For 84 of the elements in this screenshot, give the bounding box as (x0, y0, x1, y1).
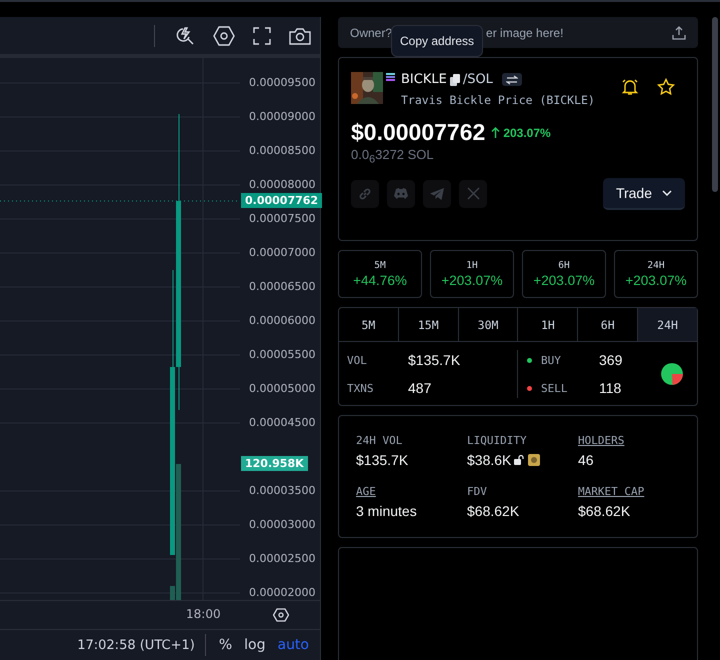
period-tab[interactable]: 15M (398, 308, 459, 341)
fullscreen-icon[interactable] (253, 26, 271, 44)
stat-label: VOL (347, 354, 368, 366)
pie-chart-icon (660, 362, 684, 386)
axis-label: 0.00003500 (249, 483, 316, 499)
stat-value: $68.62K (578, 502, 630, 518)
period-label: 5M (374, 260, 386, 271)
period-tab[interactable]: 5M (339, 308, 399, 341)
period-tab[interactable]: 24H (638, 308, 697, 341)
stat-label: FDV (467, 484, 487, 498)
bolt-magnifier-icon[interactable] (175, 26, 195, 46)
stat-value: $68.62K (467, 502, 520, 518)
price-change: 203.07% (503, 126, 551, 140)
axis-label: 0.00008500 (249, 143, 316, 159)
axis-label: 0.00002000 (249, 585, 316, 601)
stat-value: 118 (599, 380, 622, 396)
scale-button[interactable]: % (216, 637, 236, 653)
stat-value: 369 (599, 352, 622, 368)
stat-value: $135.7K (408, 352, 460, 368)
change-value: +203.07% (441, 273, 503, 288)
native-price: 0.0$_{6}$3272 SOL (351, 147, 435, 166)
stat-label: SELL (541, 382, 568, 394)
change-value: +44.76% (353, 273, 407, 288)
scale-button[interactable]: auto (274, 637, 312, 653)
period-label: 6H (558, 260, 570, 271)
chevron-down-icon (662, 190, 672, 196)
stat-link[interactable]: HOLDERS (578, 434, 624, 447)
axis-label: 0.00003000 (249, 517, 316, 533)
coin-badge-icon (528, 454, 540, 466)
solana-icon (386, 73, 395, 81)
period-label: 1H (466, 260, 478, 271)
camera-icon[interactable] (289, 26, 311, 44)
swap-icon[interactable] (502, 73, 522, 86)
banner-text: Owner? (350, 26, 392, 40)
axis-label: 0.00006500 (249, 279, 316, 295)
upload-icon[interactable] (672, 26, 686, 40)
change-value: +203.07% (625, 273, 687, 288)
scrollbar-thumb[interactable] (712, 17, 718, 192)
copy-icon[interactable] (450, 74, 460, 86)
axis-label: 0.00007000 (249, 245, 316, 261)
axis-label: 0.00008000 (249, 177, 316, 193)
axis-label: 0.00004500 (249, 415, 316, 431)
axis-label: 0.00009000 (249, 109, 316, 125)
period-label: 24H (647, 260, 665, 271)
axis-label: 0.00005500 (249, 347, 316, 363)
period-tab[interactable]: 30M (458, 308, 518, 341)
time-label: 18:00 (186, 607, 221, 621)
stat-value: 46 (578, 452, 594, 468)
stat-label: TXNS (347, 382, 374, 394)
volume-label: 120.958K (241, 456, 308, 471)
stat-value: 487 (408, 380, 432, 396)
settings-icon[interactable] (273, 608, 289, 622)
axis-label: 0.00009500 (249, 75, 316, 91)
sell-dot (527, 386, 532, 390)
quote-symbol: /SOL (462, 72, 493, 87)
token-symbol: BICKLE (401, 72, 447, 87)
stat-label: BUY (541, 354, 562, 366)
bell-icon[interactable] (621, 78, 639, 96)
token-name: Travis Bickle Price (BICKLE) (401, 93, 595, 107)
unlocked-padlock-icon (514, 455, 526, 465)
banner-text: er image here! (486, 26, 564, 40)
settings-icon[interactable] (213, 26, 235, 46)
period-tab[interactable]: 1H (518, 308, 578, 341)
stat-link[interactable]: MARKET CAP (578, 484, 644, 498)
stat-link[interactable]: AGE (356, 484, 376, 498)
token-price: $0.00007762 (351, 119, 486, 146)
up-arrow-icon (491, 127, 500, 138)
clock-label: 17:02:58 (UTC+1) (77, 638, 195, 652)
scale-button[interactable]: log (241, 637, 268, 653)
stat-label: LIQUIDITY (467, 434, 527, 447)
axis-label: 0.00002500 (249, 551, 316, 567)
stat-value: $38.6K (467, 452, 512, 468)
stat-value: $135.7K (356, 452, 408, 468)
stat-value: 3 minutes (356, 502, 417, 518)
axis-label: 0.00005000 (249, 381, 316, 397)
tooltip: Copy address (391, 25, 484, 57)
stat-label: 24H VOL (356, 434, 402, 447)
axis-label: 0.00007500 (249, 211, 316, 227)
trade-button[interactable]: Trade (602, 178, 685, 210)
price-label: 0.00007762 (241, 193, 322, 208)
star-icon[interactable] (657, 78, 675, 96)
axis-label: 0.00006000 (249, 313, 316, 329)
buy-dot (527, 358, 532, 362)
change-value: +203.07% (533, 273, 595, 288)
